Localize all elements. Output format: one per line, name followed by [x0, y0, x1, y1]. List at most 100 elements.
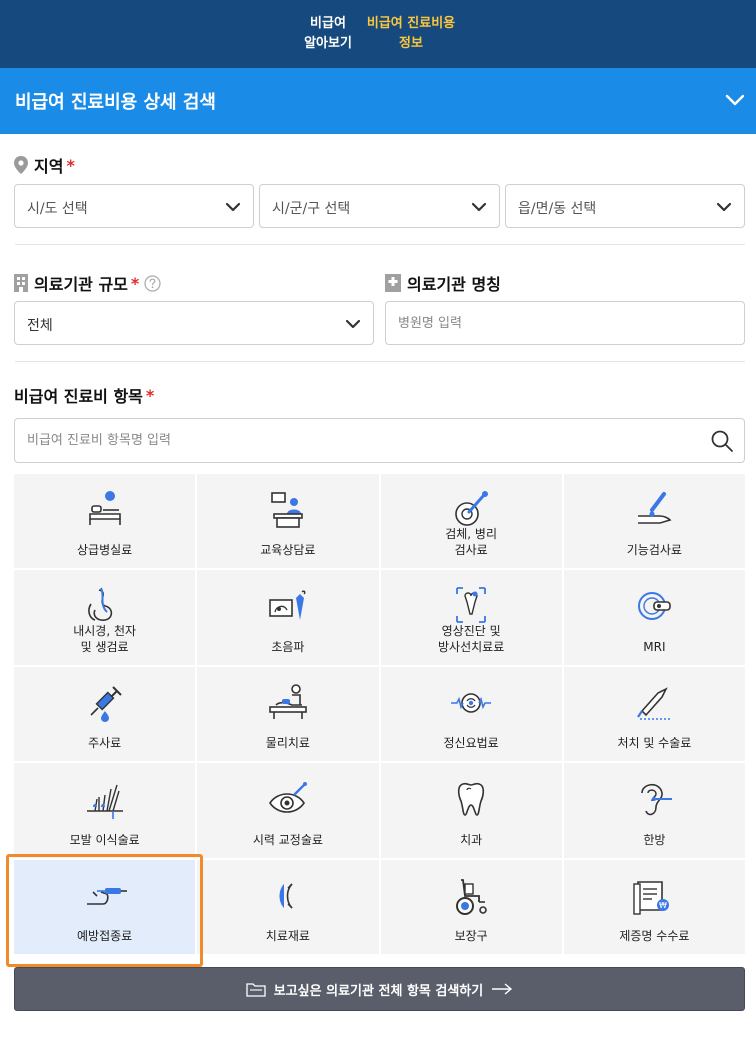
category-physical-therapy[interactable]: 물리치료 — [197, 666, 379, 762]
hair-transplant-icon — [86, 784, 123, 820]
category-injection-fee[interactable]: 주사료 — [14, 666, 196, 762]
scale-label-text: 의료기관 규모 — [34, 275, 128, 294]
scale-select[interactable]: 전체 — [14, 301, 374, 345]
counseling-icon — [271, 492, 303, 528]
treatment-material-icon — [279, 883, 293, 909]
category-treatment-material[interactable]: 치료재료 — [197, 859, 379, 954]
hospital-name-label: 의료기관 명칭 — [385, 271, 501, 295]
category-endoscopy-fee[interactable]: 내시경, 천자 및 생검료 — [14, 570, 196, 665]
required-mark: * — [145, 385, 155, 405]
nav-item-cost-info-line2: 정보 — [399, 36, 423, 51]
required-mark: * — [66, 155, 75, 175]
location-pin-icon — [14, 156, 28, 174]
region-label-text: 지역 — [34, 157, 64, 176]
tooth-icon — [458, 783, 485, 816]
help-icon[interactable] — [144, 274, 161, 292]
category-label: 정신요법료 — [443, 736, 499, 751]
category-label: 치료재료 — [265, 929, 310, 943]
category-specimen-fee[interactable]: 검체, 병리 검사료 — [380, 474, 562, 569]
category-oriental-medicine[interactable]: 한방 — [563, 763, 745, 858]
category-assistive-device[interactable]: 보장구 — [380, 859, 562, 954]
items-label: 비급여 진료비 항목 * — [14, 383, 154, 407]
hospital-icon — [385, 274, 401, 292]
scale-select-value: 전체 — [27, 318, 53, 334]
search-icon[interactable] — [710, 429, 734, 453]
detail-search-header[interactable]: 비급여 진료비용 상세 검색 — [0, 68, 756, 134]
sigungu-select[interactable]: 시/군/구 선택 — [259, 184, 500, 228]
region-label: 지역 * — [14, 153, 75, 177]
dong-select-value: 읍/면/동 선택 — [518, 201, 597, 217]
sigungu-select-value: 시/군/구 선택 — [272, 201, 351, 217]
acupuncture-ear-icon — [641, 784, 673, 816]
category-dental[interactable]: 치과 — [380, 763, 562, 858]
chevron-down-icon — [716, 202, 732, 212]
hospital-name-input[interactable] — [385, 301, 745, 345]
category-label: 상급병실료 — [77, 543, 133, 558]
hospital-name-label-text: 의료기관 명칭 — [407, 275, 501, 294]
endoscope-icon — [87, 587, 112, 622]
building-icon — [14, 274, 28, 292]
eye-correction-icon — [268, 782, 307, 813]
nav-item-about[interactable]: 비급여 알아보기 — [290, 14, 366, 54]
chevron-down-icon — [471, 202, 487, 212]
category-label: 기능검사료 — [626, 543, 682, 558]
category-function-test-fee[interactable]: 기능검사료 — [563, 474, 745, 569]
vaccination-icon — [86, 887, 127, 905]
nav-item-cost-info[interactable]: 비급여 진료비용 정보 — [360, 14, 462, 54]
chevron-down-icon[interactable] — [724, 89, 746, 111]
mri-icon — [638, 592, 672, 621]
certificate-fee-icon: ₩ — [633, 880, 670, 915]
divider — [15, 361, 745, 362]
chevron-down-icon — [225, 202, 241, 212]
category-label: 치과 — [460, 832, 483, 847]
physical-therapy-icon — [269, 683, 307, 719]
category-hair-transplant[interactable]: 모발 이식술료 — [14, 763, 196, 858]
item-search-box — [14, 418, 745, 463]
psychotherapy-icon — [451, 692, 492, 713]
divider — [15, 244, 745, 245]
search-all-items-label: 보고싶은 의료기관 전체 항목 검색하기 — [273, 983, 484, 999]
nav-item-about-line1: 비급여 — [310, 16, 346, 31]
category-mri[interactable]: MRI — [563, 570, 745, 665]
category-label: 초음파 — [271, 639, 305, 654]
category-label: MRI — [643, 639, 666, 654]
hospital-bed-icon — [88, 491, 121, 525]
wheelchair-icon — [456, 878, 487, 915]
category-vision-correction[interactable]: 시력 교정술료 — [197, 763, 379, 858]
nav-item-cost-info-line1: 비급여 진료비용 — [366, 16, 456, 31]
function-test-icon — [638, 492, 672, 524]
items-label-text: 비급여 진료비 항목 — [14, 387, 143, 406]
item-search-input[interactable] — [15, 419, 695, 462]
sido-select-value: 시/도 선택 — [27, 201, 88, 217]
injection-icon — [90, 686, 122, 722]
top-nav: 비급여 알아보기 비급여 진료비용 정보 — [0, 0, 756, 68]
sido-select[interactable]: 시/도 선택 — [14, 184, 254, 228]
category-label: 예방접종료 — [77, 929, 133, 943]
category-label: 영상진단 및 방사선치료료 — [438, 623, 505, 654]
search-all-items-button[interactable]: 보고싶은 의료기관 전체 항목 검색하기 — [14, 967, 745, 1011]
category-label: 한방 — [643, 832, 666, 847]
category-imaging-radiation[interactable]: 영상진단 및 방사선치료료 — [380, 570, 562, 665]
dong-select[interactable]: 읍/면/동 선택 — [505, 184, 745, 228]
folder-icon — [246, 983, 266, 997]
svg-text:₩: ₩ — [659, 901, 667, 910]
category-certificate-fee[interactable]: ₩ 제증명 수수료 — [563, 859, 745, 954]
surgery-icon — [637, 687, 673, 720]
specimen-test-icon — [455, 491, 489, 526]
category-label: 내시경, 천자 및 생검료 — [73, 623, 137, 654]
xray-icon — [456, 587, 487, 624]
chevron-down-icon — [345, 319, 361, 329]
category-surgery-fee[interactable]: 처치 및 수술료 — [563, 666, 745, 762]
category-label: 검체, 병리 검사료 — [445, 527, 498, 558]
category-counseling-fee[interactable]: 교육상담료 — [197, 474, 379, 569]
nav-item-about-line2: 알아보기 — [304, 36, 352, 51]
category-label: 처치 및 수술료 — [617, 736, 692, 751]
scale-label: 의료기관 규모 * — [14, 271, 161, 295]
category-room-fee[interactable]: 상급병실료 — [14, 474, 196, 569]
category-ultrasound[interactable]: 초음파 — [197, 570, 379, 665]
category-label: 주사료 — [88, 736, 122, 751]
category-psychotherapy[interactable]: 정신요법료 — [380, 666, 562, 762]
ultrasound-icon — [269, 590, 306, 621]
category-vaccination-fee[interactable]: 예방접종료 — [14, 859, 196, 954]
category-label: 교육상담료 — [260, 543, 316, 558]
